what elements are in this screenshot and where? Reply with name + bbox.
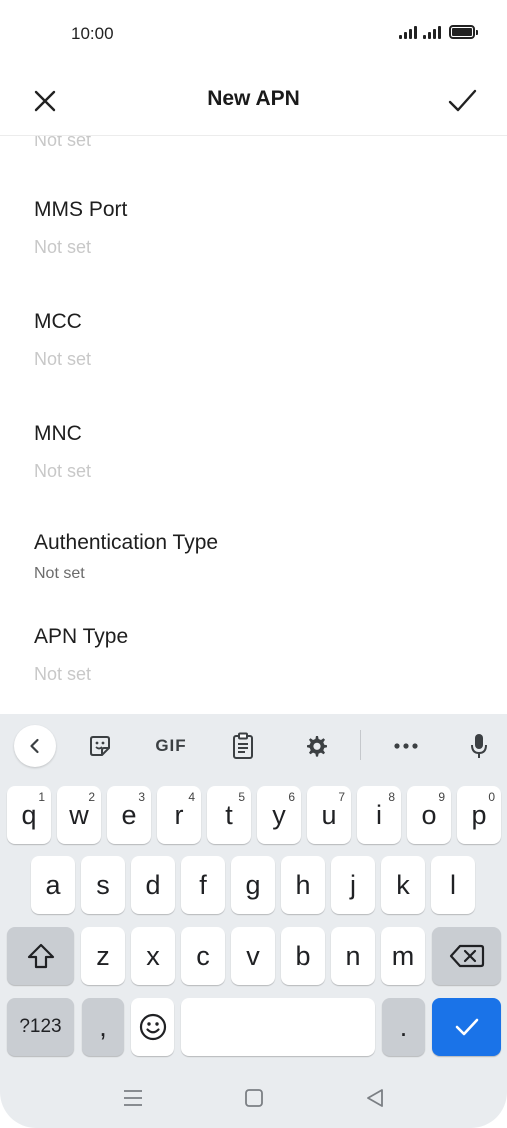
key-o[interactable]: o9 — [407, 786, 451, 844]
list-item-title: MNC — [34, 422, 82, 445]
list-item-mms-port[interactable]: MMS Port Not set — [34, 198, 487, 258]
period-key[interactable]: . — [382, 998, 425, 1056]
key-u[interactable]: u7 — [307, 786, 351, 844]
gif-button[interactable]: GIF — [149, 726, 193, 766]
check-icon — [455, 1018, 478, 1036]
shift-icon — [27, 943, 54, 969]
key-t[interactable]: t5 — [207, 786, 251, 844]
key-s[interactable]: s — [81, 856, 125, 914]
signal-icon — [399, 25, 417, 39]
list-item-authentication-type[interactable]: Authentication Type Not set — [34, 531, 487, 583]
space-key[interactable] — [181, 998, 375, 1056]
key-a[interactable]: a — [31, 856, 75, 914]
key-k[interactable]: k — [381, 856, 425, 914]
battery-icon — [449, 25, 478, 39]
key-v[interactable]: v — [231, 927, 275, 985]
key-z[interactable]: z — [81, 927, 125, 985]
list-item-title: MMS Port — [34, 198, 128, 221]
backspace-icon — [449, 944, 484, 968]
key-l[interactable]: l — [431, 856, 475, 914]
system-nav-bar — [0, 1066, 507, 1128]
list-item-value: Not set — [34, 565, 85, 582]
key-x[interactable]: x — [131, 927, 175, 985]
back-icon[interactable] — [362, 1086, 388, 1110]
key-b[interactable]: b — [281, 927, 325, 985]
home-icon[interactable] — [241, 1086, 267, 1110]
gear-icon[interactable] — [294, 726, 338, 766]
more-icon[interactable] — [384, 726, 428, 766]
key-d[interactable]: d — [131, 856, 175, 914]
key-y[interactable]: y6 — [257, 786, 301, 844]
page-title: New APN — [207, 87, 300, 110]
apn-settings-list: Not set MMS Port Not set MCC Not set MNC… — [0, 136, 507, 714]
key-p[interactable]: p0 — [457, 786, 501, 844]
check-icon[interactable] — [445, 84, 479, 118]
key-q[interactable]: q1 — [7, 786, 51, 844]
list-item-title: Authentication Type — [34, 531, 219, 554]
list-item-title: APN Type — [34, 625, 129, 648]
keyboard-toolbar: GIF — [0, 714, 507, 780]
key-n[interactable]: n — [331, 927, 375, 985]
key-i[interactable]: i8 — [357, 786, 401, 844]
status-time: 10:00 — [71, 24, 114, 43]
chevron-left-icon[interactable] — [14, 725, 56, 767]
clipboard-icon[interactable] — [221, 726, 265, 766]
enter-key[interactable] — [432, 998, 501, 1056]
key-g[interactable]: g — [231, 856, 275, 914]
status-icons — [399, 25, 478, 39]
key-j[interactable]: j — [331, 856, 375, 914]
list-item-value: Not set — [34, 237, 92, 257]
previous-item-value: Not set — [34, 136, 92, 150]
emoji-key[interactable] — [131, 998, 174, 1056]
key-w[interactable]: w2 — [57, 786, 101, 844]
list-item-value: Not set — [34, 664, 92, 684]
list-item-mcc[interactable]: MCC Not set — [34, 310, 487, 370]
key-e[interactable]: e3 — [107, 786, 151, 844]
emoji-icon — [139, 1013, 166, 1041]
sticker-icon[interactable] — [78, 726, 122, 766]
key-h[interactable]: h — [281, 856, 325, 914]
microphone-icon[interactable] — [457, 726, 501, 766]
backspace-key[interactable] — [432, 927, 501, 985]
menu-icon[interactable] — [120, 1086, 146, 1110]
list-item-title: MCC — [34, 310, 82, 333]
list-item-apn-type[interactable]: APN Type Not set — [34, 625, 487, 685]
list-item-mnc[interactable]: MNC Not set — [34, 422, 487, 482]
comma-key[interactable]: , — [82, 998, 124, 1056]
toolbar-divider — [360, 730, 361, 760]
signal-icon-sim2 — [423, 25, 441, 39]
symbols-key[interactable]: ?123 — [7, 998, 74, 1056]
key-r[interactable]: r4 — [157, 786, 201, 844]
keyboard: GIF q1 w2 e3 r4 t5 y6 u7 i8 o9 p0 a s d … — [0, 714, 507, 1128]
status-bar: 10:00 — [0, 0, 507, 66]
shift-key[interactable] — [7, 927, 74, 985]
list-item-value: Not set — [34, 349, 92, 369]
key-m[interactable]: m — [381, 927, 425, 985]
list-item-value: Not set — [34, 461, 92, 481]
key-f[interactable]: f — [181, 856, 225, 914]
app-bar: New APN — [0, 66, 507, 136]
key-c[interactable]: c — [181, 927, 225, 985]
